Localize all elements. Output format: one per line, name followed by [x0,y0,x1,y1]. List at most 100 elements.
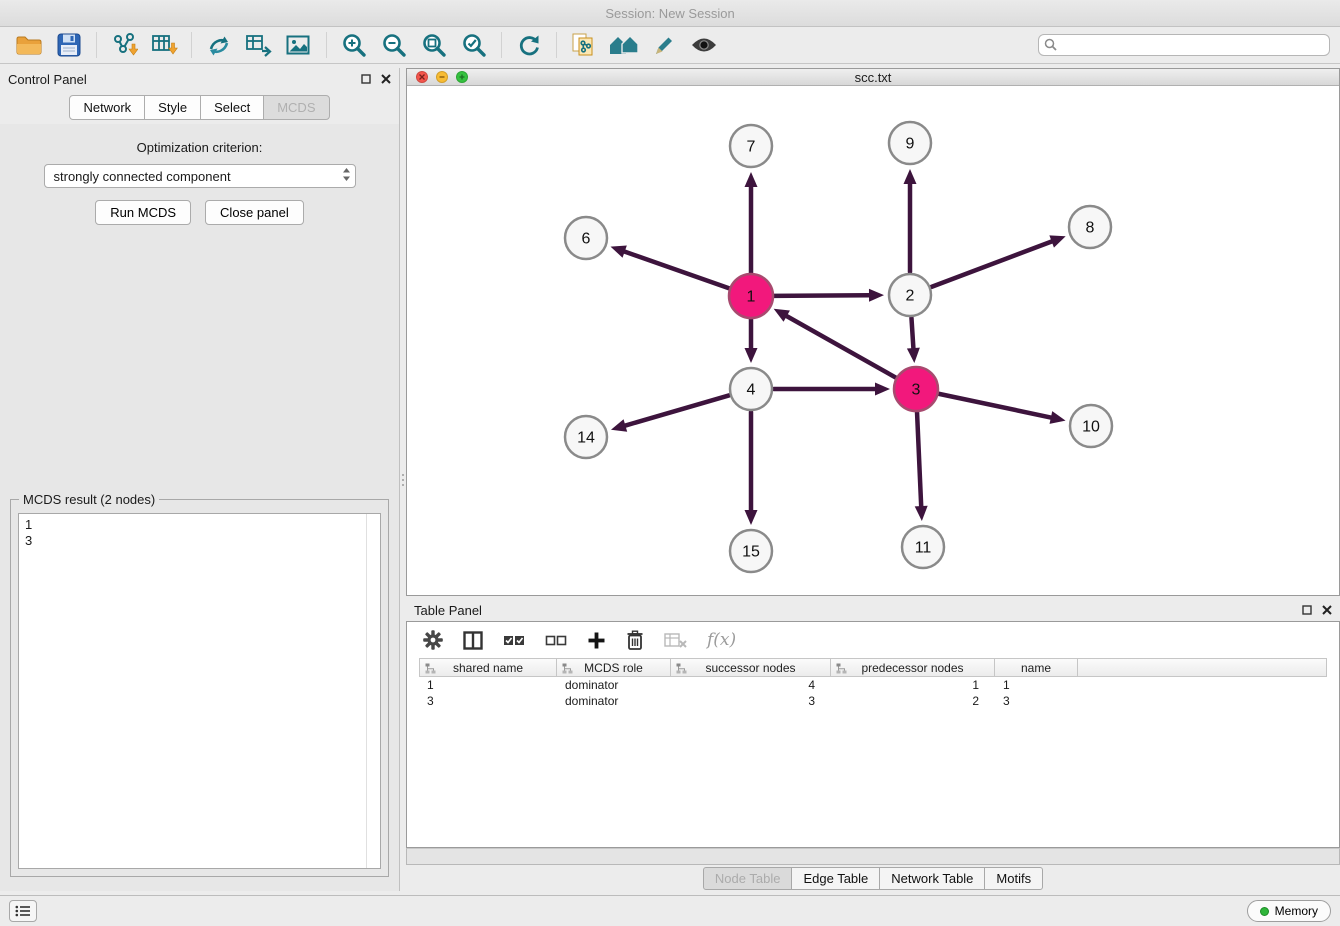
graph-edge[interactable] [745,172,758,273]
control-panel: Control Panel Network Style Select MCDS … [0,68,400,891]
graph-node[interactable]: 2 [889,274,931,316]
plus-icon [587,631,606,650]
import-network-button[interactable] [105,29,143,61]
table-horizontal-scrollbar[interactable] [406,848,1340,865]
float-window-icon [1302,605,1312,615]
network-window-titlebar[interactable]: scc.txt [407,69,1339,86]
tab-mcds[interactable]: MCDS [263,95,329,120]
save-session-button[interactable] [50,29,88,61]
unselect-all-columns-button[interactable] [545,633,567,648]
tab-motifs[interactable]: Motifs [984,867,1043,890]
duplicate-network-button[interactable] [565,29,603,61]
open-session-button[interactable] [10,29,48,61]
export-table-button[interactable] [240,29,278,61]
graph-edge[interactable] [611,245,730,288]
graph-edge[interactable] [774,289,884,302]
svg-text:10: 10 [1082,419,1100,436]
delete-table-icon [664,632,687,648]
tab-edge-table[interactable]: Edge Table [791,867,880,890]
graph-node[interactable]: 10 [1070,405,1112,447]
delete-table-button[interactable] [664,632,687,648]
refresh-layout-button[interactable] [510,29,548,61]
cell-shared-name: 1 [419,677,557,693]
float-panel-button[interactable] [361,74,371,84]
show-columns-button[interactable] [463,631,483,650]
graph-edge[interactable] [745,319,758,363]
result-list-item[interactable]: 1 [25,517,374,533]
optimization-criterion-dropdown[interactable]: strongly connected component [44,164,356,188]
function-builder-button[interactable]: f(x) [707,630,736,650]
graph-node[interactable]: 6 [565,217,607,259]
cell-successor-nodes: 4 [671,677,831,693]
duplicate-document-icon [571,32,597,58]
tab-node-table[interactable]: Node Table [703,867,793,890]
network-canvas[interactable]: 7 9 6 8 1 2 4 3 14 10 15 11 [407,86,1339,595]
first-neighbors-button[interactable] [605,29,643,61]
graph-node[interactable]: 9 [889,122,931,164]
delete-column-button[interactable] [626,630,644,651]
memory-button[interactable]: Memory [1247,900,1331,922]
network-arrows-icon [206,32,232,58]
column-header-mcds-role[interactable]: MCDS role [557,658,671,677]
table-row[interactable]: 3 dominator 3 2 3 [419,693,1327,709]
graph-node[interactable]: 4 [730,368,772,410]
export-image-button[interactable] [280,29,318,61]
mcds-result-list[interactable]: 1 3 [18,513,381,869]
table-row[interactable]: 1 dominator 4 1 1 [419,677,1327,693]
graph-node-selected[interactable]: 1 [729,274,773,318]
application-window: Session: New Session [0,0,1340,926]
network-window-title: scc.txt [407,70,1339,85]
new-network-button[interactable] [200,29,238,61]
zoom-out-button[interactable] [375,29,413,61]
tab-select[interactable]: Select [200,95,264,120]
table-settings-button[interactable] [423,630,443,650]
toolbar-search [1038,34,1330,56]
tab-network[interactable]: Network [69,95,145,120]
graph-node[interactable]: 15 [730,530,772,572]
zoom-fit-button[interactable] [415,29,453,61]
close-panel-button[interactable] [381,74,391,84]
tab-style[interactable]: Style [144,95,201,120]
search-input[interactable] [1038,34,1330,56]
graphics-details-button[interactable] [685,29,723,61]
import-table-icon [150,32,178,58]
main-area: Control Panel Network Style Select MCDS … [0,64,1340,895]
cell-successor-nodes: 3 [671,693,831,709]
close-panel-action-button[interactable]: Close panel [205,200,304,225]
column-header-predecessor-nodes[interactable]: predecessor nodes [831,658,995,677]
graph-node-selected[interactable]: 3 [894,367,938,411]
graph-edge[interactable] [745,412,758,525]
graph-node[interactable]: 11 [902,526,944,568]
float-table-panel-button[interactable] [1302,605,1312,615]
graph-node[interactable]: 8 [1069,206,1111,248]
graph-edge[interactable] [907,318,920,363]
column-header-name[interactable]: name [995,658,1078,677]
task-history-button[interactable] [9,900,37,922]
graph-edge[interactable] [904,169,917,272]
table-panel: Table Panel [406,599,1340,891]
tab-network-table[interactable]: Network Table [879,867,985,890]
style-paint-button[interactable] [645,29,683,61]
graph-edge[interactable] [774,383,890,396]
create-column-button[interactable] [587,631,606,650]
graph-edge[interactable] [611,395,729,431]
close-table-panel-button[interactable] [1322,605,1332,615]
graph-edge[interactable] [774,309,896,378]
image-export-icon [286,33,312,57]
zoom-selected-button[interactable] [455,29,493,61]
run-mcds-button[interactable]: Run MCDS [95,200,191,225]
graph-edge[interactable] [932,235,1066,286]
graph-node[interactable]: 14 [565,416,607,458]
graph-edge[interactable] [915,412,928,521]
column-header-shared-name[interactable]: shared name [419,658,557,677]
zoom-in-button[interactable] [335,29,373,61]
graph-node[interactable]: 7 [730,125,772,167]
network-table-icon [245,33,273,57]
import-table-button[interactable] [145,29,183,61]
graph-edge[interactable] [939,394,1066,424]
select-all-columns-button[interactable] [503,633,525,648]
attribute-type-icon [562,663,573,677]
window-titlebar[interactable]: Session: New Session [0,0,1340,27]
result-list-item[interactable]: 3 [25,533,374,549]
column-header-successor-nodes[interactable]: successor nodes [671,658,831,677]
